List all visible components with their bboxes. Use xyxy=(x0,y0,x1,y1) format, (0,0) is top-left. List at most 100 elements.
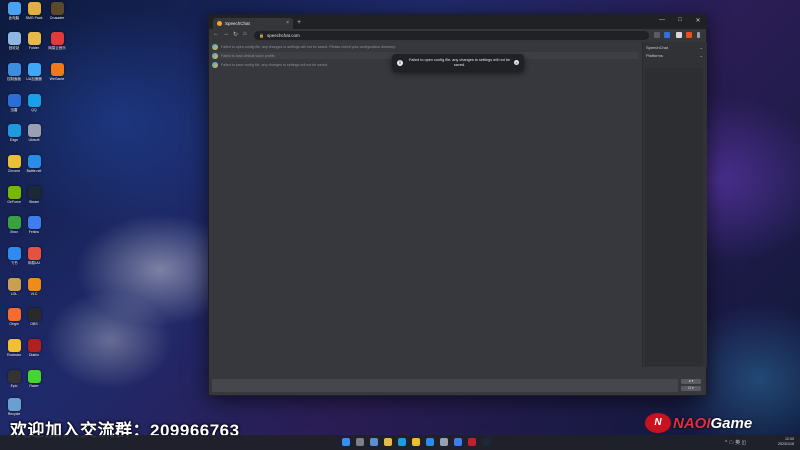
close-window-button[interactable]: ✕ xyxy=(694,17,702,24)
desktop-icon[interactable]: Battle.net xyxy=(20,155,48,173)
desktop-icon[interactable]: QQ xyxy=(20,94,48,112)
send-controls: ● ▾ ⊡ ▾ xyxy=(679,378,703,392)
extension-icon[interactable] xyxy=(676,32,682,38)
app-icon xyxy=(50,63,64,76)
folder-icon xyxy=(27,2,41,15)
page-content: Failed to open config file, any changes … xyxy=(209,42,707,395)
start-icon[interactable] xyxy=(342,438,350,446)
chat-area: Failed to open config file, any changes … xyxy=(209,42,641,367)
app-icon xyxy=(27,308,41,321)
steam-icon xyxy=(27,186,41,199)
toast-close-button[interactable]: × xyxy=(514,60,519,65)
app-icon xyxy=(7,370,21,383)
app-icon[interactable] xyxy=(440,438,448,446)
toast-text: Failed to open config file, any changes … xyxy=(408,57,511,67)
back-button[interactable]: ← xyxy=(213,31,219,37)
app-icon xyxy=(7,247,21,260)
desktop-icon[interactable]: Ubisoft xyxy=(20,124,48,142)
logo-name: NAOIGame xyxy=(673,414,753,432)
list-item: Failed to open config file, any changes … xyxy=(212,43,638,50)
app-icon xyxy=(27,247,41,260)
chevron-down-icon: ⌄ xyxy=(699,45,703,50)
folder-icon xyxy=(27,32,41,45)
desktop-icon[interactable]: Razer xyxy=(20,370,48,388)
close-tab-icon[interactable]: × xyxy=(286,20,289,26)
desktop-icon[interactable]: 网易云音乐 xyxy=(43,32,71,51)
app-icon xyxy=(7,278,21,291)
browser-toolbar: ← → ↻ ⌂ 🔒 speechchat.com xyxy=(209,29,706,42)
taskbar: ^ ☁ 英 ◫ 12:00 2023/1/16 xyxy=(0,435,800,450)
message-input[interactable] xyxy=(212,379,678,392)
app-icon xyxy=(50,2,64,15)
lock-icon: 🔒 xyxy=(259,33,264,38)
app-icon xyxy=(27,216,41,229)
app-icon xyxy=(7,63,21,76)
app-icon xyxy=(27,94,41,107)
home-button[interactable]: ⌂ xyxy=(243,31,247,37)
desktop-icon[interactable]: Recycle xyxy=(0,398,28,416)
desktop-icon[interactable]: 网易UU xyxy=(20,247,48,266)
app-icon[interactable] xyxy=(454,438,462,446)
maximize-button[interactable]: □ xyxy=(676,17,684,24)
desktop-icon[interactable]: Diablo xyxy=(20,339,48,357)
app-icon xyxy=(27,339,41,352)
window-controls: — □ ✕ xyxy=(658,17,702,24)
task-view-icon[interactable] xyxy=(370,438,378,446)
folder-icon[interactable] xyxy=(384,438,392,446)
app-icon xyxy=(27,155,41,168)
browser-icon[interactable] xyxy=(398,438,406,446)
system-tray[interactable]: ^ ☁ 英 ◫ xyxy=(725,439,746,446)
watermark-logo: N NAOIGame xyxy=(645,413,752,433)
record-button[interactable]: ● ▾ xyxy=(681,379,701,384)
app-icon xyxy=(27,124,41,137)
avatar xyxy=(212,43,218,50)
tab-speechchat[interactable]: SpeechChat × xyxy=(213,18,293,29)
reload-button[interactable]: ↻ xyxy=(233,31,238,38)
speechchat-select[interactable]: SpeechChat ⌄ xyxy=(646,44,703,51)
new-tab-button[interactable]: + xyxy=(297,19,301,27)
platforms-select[interactable]: Platforms ⌄ xyxy=(646,52,703,59)
browser-icon xyxy=(7,124,21,137)
app-icon xyxy=(7,94,21,107)
app-icon xyxy=(7,216,21,229)
options-button[interactable]: ⊡ ▾ xyxy=(681,386,701,391)
app-icon xyxy=(7,339,21,352)
steam-icon[interactable] xyxy=(482,438,490,446)
desktop-icon[interactable]: Crusader xyxy=(43,2,71,20)
chrome-icon[interactable] xyxy=(412,438,420,446)
address-bar[interactable]: 🔒 speechchat.com xyxy=(254,31,649,40)
recycle-bin-icon xyxy=(7,398,21,411)
chevron-down-icon: ⌄ xyxy=(699,53,703,58)
info-icon: i xyxy=(397,59,403,66)
extension-icon[interactable] xyxy=(654,32,660,38)
extension-icon[interactable] xyxy=(686,32,692,38)
desktop-icon[interactable]: VLC xyxy=(20,278,48,296)
sidebar-panel xyxy=(645,68,703,366)
clock[interactable]: 12:00 2023/1/16 xyxy=(778,437,794,447)
desktop-icon[interactable]: Feishu xyxy=(20,216,48,234)
minimize-button[interactable]: — xyxy=(658,17,666,24)
app-icon[interactable] xyxy=(468,438,476,446)
browser-window: SpeechChat × + — □ ✕ ← → ↻ ⌂ 🔒 speechcha… xyxy=(208,14,707,396)
app-icon xyxy=(7,186,21,199)
desktop-icon[interactable]: Steam xyxy=(20,186,48,204)
search-icon[interactable] xyxy=(356,438,364,446)
app-icon xyxy=(50,32,64,45)
app-icon xyxy=(7,308,21,321)
forward-button[interactable]: → xyxy=(223,31,229,37)
favicon-icon xyxy=(217,21,222,26)
app-icon[interactable] xyxy=(426,438,434,446)
desktop-icon[interactable]: OBS xyxy=(20,308,48,326)
tab-title: SpeechChat xyxy=(225,21,250,26)
desktop-icon[interactable]: WeGame xyxy=(43,63,71,81)
url-text: speechchat.com xyxy=(266,33,300,38)
logo-mark: N xyxy=(645,413,671,433)
recycle-bin-icon xyxy=(7,32,21,45)
app-icon xyxy=(27,278,41,291)
avatar xyxy=(212,61,218,68)
app-icon xyxy=(27,63,41,76)
avatar xyxy=(212,52,218,59)
app-icon xyxy=(27,370,41,383)
menu-icon[interactable] xyxy=(697,32,700,38)
extension-icon[interactable] xyxy=(664,32,670,38)
